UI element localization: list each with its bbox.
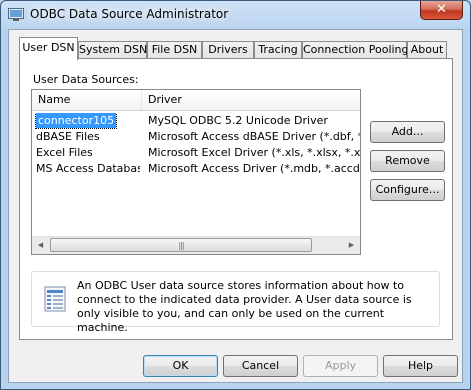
list-header: Name Driver [32, 90, 360, 111]
list-item-name: dBASE Files [36, 130, 100, 143]
title-bar[interactable]: ODBC Data Source Administrator ✕ [1, 1, 470, 29]
tab-about[interactable]: About [407, 41, 447, 59]
close-button[interactable]: ✕ [420, 1, 463, 20]
dialog-client-area: User DSN System DSN File DSN Drivers Tra… [8, 29, 463, 383]
grip-icon: ||| [178, 241, 184, 250]
column-header-driver[interactable]: Driver [142, 90, 360, 110]
list-item[interactable]: connector105 MySQL ODBC 5.2 Unicode Driv… [32, 113, 360, 129]
close-icon: ✕ [436, 2, 447, 17]
list-item[interactable]: MS Access Database Microsoft Access Driv… [32, 161, 360, 177]
list-item-name: MS Access Database [36, 162, 140, 175]
window-title: ODBC Data Source Administrator [30, 7, 229, 21]
info-text: An ODBC User data source stores informat… [77, 279, 412, 334]
list-item[interactable]: Excel Files Microsoft Excel Driver (*.xl… [32, 145, 360, 161]
info-box: An ODBC User data source stores informat… [31, 271, 440, 334]
help-button[interactable]: Help [383, 355, 458, 377]
list-item-driver: Microsoft Access dBASE Driver (*.dbf, *.… [148, 130, 360, 143]
cancel-button[interactable]: Cancel [223, 355, 298, 377]
list-item-name: Excel Files [36, 146, 93, 159]
scrollbar-thumb[interactable]: ||| [50, 238, 312, 252]
odbc-admin-window: ODBC Data Source Administrator ✕ User DS… [0, 0, 471, 390]
tab-user-dsn[interactable]: User DSN [19, 37, 78, 60]
list-item[interactable]: dBASE Files Microsoft Access dBASE Drive… [32, 129, 360, 145]
data-sources-list[interactable]: Name Driver connector105 MySQL ODBC 5.2 … [31, 89, 361, 255]
apply-button[interactable]: Apply [303, 355, 378, 377]
data-source-icon [44, 286, 66, 312]
scroll-left-arrow-icon[interactable]: ◀ [32, 237, 49, 254]
list-item-driver: MySQL ODBC 5.2 Unicode Driver [148, 114, 328, 127]
column-header-name[interactable]: Name [32, 90, 142, 110]
user-dsn-panel: User Data Sources: Name Driver connector… [19, 58, 453, 340]
tab-drivers[interactable]: Drivers [202, 41, 254, 59]
scroll-right-arrow-icon[interactable]: ▶ [343, 237, 360, 254]
list-item-driver: Microsoft Access Driver (*.mdb, *.accdb) [148, 162, 360, 175]
user-data-sources-label: User Data Sources: [33, 73, 139, 86]
tab-system-dsn[interactable]: System DSN [78, 41, 147, 59]
horizontal-scrollbar[interactable]: ◀ ||| ▶ [32, 236, 360, 254]
tab-file-dsn[interactable]: File DSN [147, 41, 202, 59]
remove-button[interactable]: Remove [370, 150, 445, 172]
list-item-name: connector105 [34, 113, 118, 129]
list-item-driver: Microsoft Excel Driver (*.xls, *.xlsx, *… [148, 146, 360, 159]
odbc-app-icon [8, 8, 24, 21]
add-button[interactable]: Add... [370, 121, 445, 143]
tab-tracing[interactable]: Tracing [254, 41, 302, 59]
tab-connection-pooling[interactable]: Connection Pooling [302, 41, 409, 59]
ok-button[interactable]: OK [143, 355, 218, 377]
configure-button[interactable]: Configure... [370, 179, 445, 201]
